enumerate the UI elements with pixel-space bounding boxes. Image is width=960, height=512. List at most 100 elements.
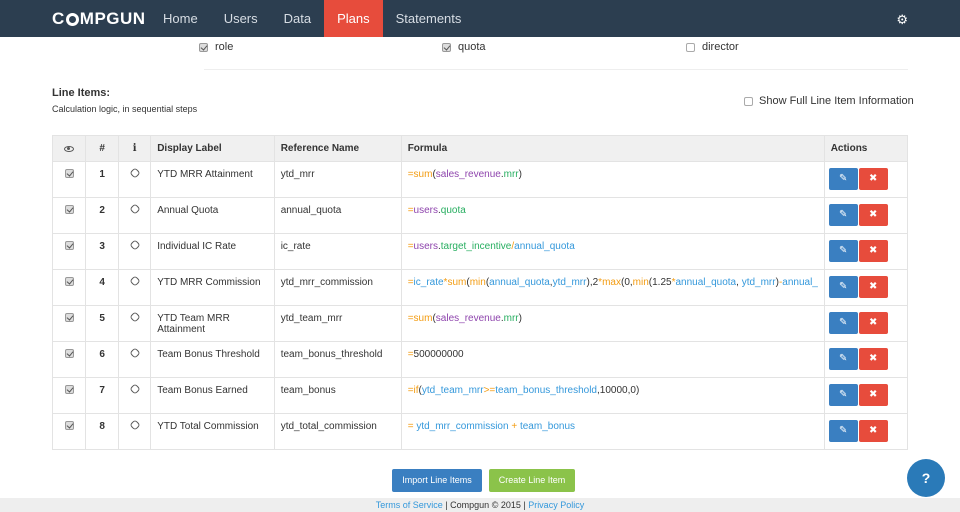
- show-full-toggle[interactable]: Show Full Line Item Information: [744, 95, 914, 107]
- visible-cell: [51, 269, 87, 306]
- link-cell: [118, 341, 152, 378]
- visible-cell: [51, 305, 87, 342]
- delete-button[interactable]: ✖: [858, 420, 888, 442]
- visible-cell: [51, 413, 87, 450]
- visible-checkbox[interactable]: [64, 205, 74, 214]
- table-row: 7 Team Bonus Earned team_bonus =if(ytd_t…: [51, 377, 909, 414]
- gear-icon[interactable]: ⚙: [896, 12, 908, 28]
- checkbox-role[interactable]: [199, 42, 208, 52]
- formula-cell: = ytd_mrr_commission + team_bonus: [400, 413, 825, 450]
- delete-button[interactable]: ✖: [858, 168, 888, 190]
- actions-header: Actions: [823, 135, 909, 162]
- visible-checkbox[interactable]: [64, 277, 74, 286]
- checkbox-director[interactable]: [686, 42, 695, 52]
- link-icon[interactable]: [128, 275, 141, 287]
- edit-button[interactable]: ✎: [828, 420, 858, 442]
- brand-logo[interactable]: C MPGUN: [0, 0, 150, 37]
- formula-cell: =sum(sales_revenue.mrr): [400, 305, 825, 342]
- import-line-items-button[interactable]: Import Line Items: [392, 469, 482, 492]
- delete-button[interactable]: ✖: [858, 312, 888, 334]
- row-number: 2: [85, 197, 120, 234]
- visible-checkbox[interactable]: [64, 169, 74, 178]
- edit-button[interactable]: ✎: [828, 312, 858, 334]
- visible-cell: [51, 377, 87, 414]
- nav-item-statements[interactable]: Statements: [383, 0, 475, 37]
- line-items-title: Line Items:: [52, 87, 111, 99]
- field-label: quota: [458, 41, 486, 53]
- link-icon[interactable]: [128, 239, 141, 251]
- link-icon[interactable]: [128, 311, 141, 323]
- formula-cell: =sum(sales_revenue.mrr): [400, 161, 825, 198]
- reference-name: annual_quota: [273, 197, 402, 234]
- visible-checkbox[interactable]: [64, 349, 74, 358]
- display-label: Annual Quota: [150, 197, 275, 234]
- actions-cell: ✎ ✖: [823, 341, 909, 378]
- field-label: director: [702, 41, 739, 53]
- nav-item-data[interactable]: Data: [271, 0, 324, 37]
- footer: Terms of Service | Compgun © 2015 | Priv…: [0, 498, 960, 512]
- edit-button[interactable]: ✎: [828, 348, 858, 370]
- nav-item-users[interactable]: Users: [211, 0, 271, 37]
- formula-cell: =users.quota: [400, 197, 825, 234]
- reference-name: team_bonus_threshold: [273, 341, 402, 378]
- table-row: 6 Team Bonus Threshold team_bonus_thresh…: [51, 341, 909, 378]
- display-label-header: Display Label: [150, 135, 275, 162]
- visible-checkbox[interactable]: [64, 241, 74, 250]
- visible-checkbox[interactable]: [64, 421, 74, 430]
- formula-cell: =ic_rate*sum(min(annual_quota,ytd_mrr),2…: [400, 269, 825, 306]
- link-icon[interactable]: [128, 347, 141, 359]
- delete-button[interactable]: ✖: [858, 240, 888, 262]
- field-role[interactable]: role: [199, 41, 233, 53]
- field-quota[interactable]: quota: [442, 41, 486, 53]
- delete-button[interactable]: ✖: [858, 276, 888, 298]
- reference-name: team_bonus: [273, 377, 402, 414]
- display-label: Team Bonus Threshold: [150, 341, 275, 378]
- privacy-link[interactable]: Privacy Policy: [528, 500, 584, 510]
- num-column-header: #: [85, 135, 120, 162]
- table-row: 1 YTD MRR Attainment ytd_mrr =sum(sales_…: [51, 161, 909, 198]
- edit-button[interactable]: ✎: [828, 384, 858, 406]
- info-column-header: i: [118, 135, 152, 162]
- delete-button[interactable]: ✖: [858, 384, 888, 406]
- formula-cell: =users.target_incentive/annual_quota: [400, 233, 825, 270]
- reference-name: ytd_mrr_commission: [273, 269, 402, 306]
- create-line-item-button[interactable]: Create Line Item: [489, 469, 575, 492]
- show-full-checkbox[interactable]: [744, 96, 753, 106]
- link-icon[interactable]: [128, 203, 141, 215]
- link-cell: [118, 413, 152, 450]
- field-director[interactable]: director: [686, 41, 739, 53]
- terms-link[interactable]: Terms of Service: [376, 500, 443, 510]
- edit-button[interactable]: ✎: [828, 204, 858, 226]
- nav-item-plans[interactable]: Plans: [324, 0, 383, 37]
- reference-name: ic_rate: [273, 233, 402, 270]
- link-icon[interactable]: [128, 419, 141, 431]
- chat-help-icon[interactable]: ?: [907, 459, 945, 497]
- visible-checkbox[interactable]: [64, 313, 74, 322]
- formula-text: =sum(sales_revenue.mrr): [407, 313, 522, 324]
- edit-button[interactable]: ✎: [828, 168, 858, 190]
- link-cell: [118, 197, 152, 234]
- table-row: 8 YTD Total Commission ytd_total_commiss…: [51, 413, 909, 450]
- row-number: 4: [85, 269, 120, 306]
- table-row: 4 YTD MRR Commission ytd_mrr_commission …: [51, 269, 909, 306]
- checkbox-quota[interactable]: [442, 42, 451, 52]
- link-icon[interactable]: [128, 383, 141, 395]
- field-checkboxes: role quota director: [0, 41, 960, 55]
- formula-cell: =500000000: [400, 341, 825, 378]
- edit-button[interactable]: ✎: [828, 240, 858, 262]
- row-number: 8: [85, 413, 120, 450]
- visible-checkbox[interactable]: [64, 385, 74, 394]
- visible-column-header: [51, 135, 87, 162]
- nav-item-home[interactable]: Home: [150, 0, 211, 37]
- actions-cell: ✎ ✖: [823, 377, 909, 414]
- link-cell: [118, 269, 152, 306]
- top-navbar: C MPGUN Home Users Data Plans Statements ⚙: [0, 0, 960, 37]
- edit-button[interactable]: ✎: [828, 276, 858, 298]
- visible-cell: [51, 161, 87, 198]
- delete-button[interactable]: ✖: [858, 348, 888, 370]
- table-row: 5 YTD Team MRR Attainment ytd_team_mrr =…: [51, 305, 909, 342]
- link-icon[interactable]: [128, 167, 141, 179]
- delete-button[interactable]: ✖: [858, 204, 888, 226]
- actions-cell: ✎ ✖: [823, 161, 909, 198]
- display-label: YTD MRR Commission: [150, 269, 275, 306]
